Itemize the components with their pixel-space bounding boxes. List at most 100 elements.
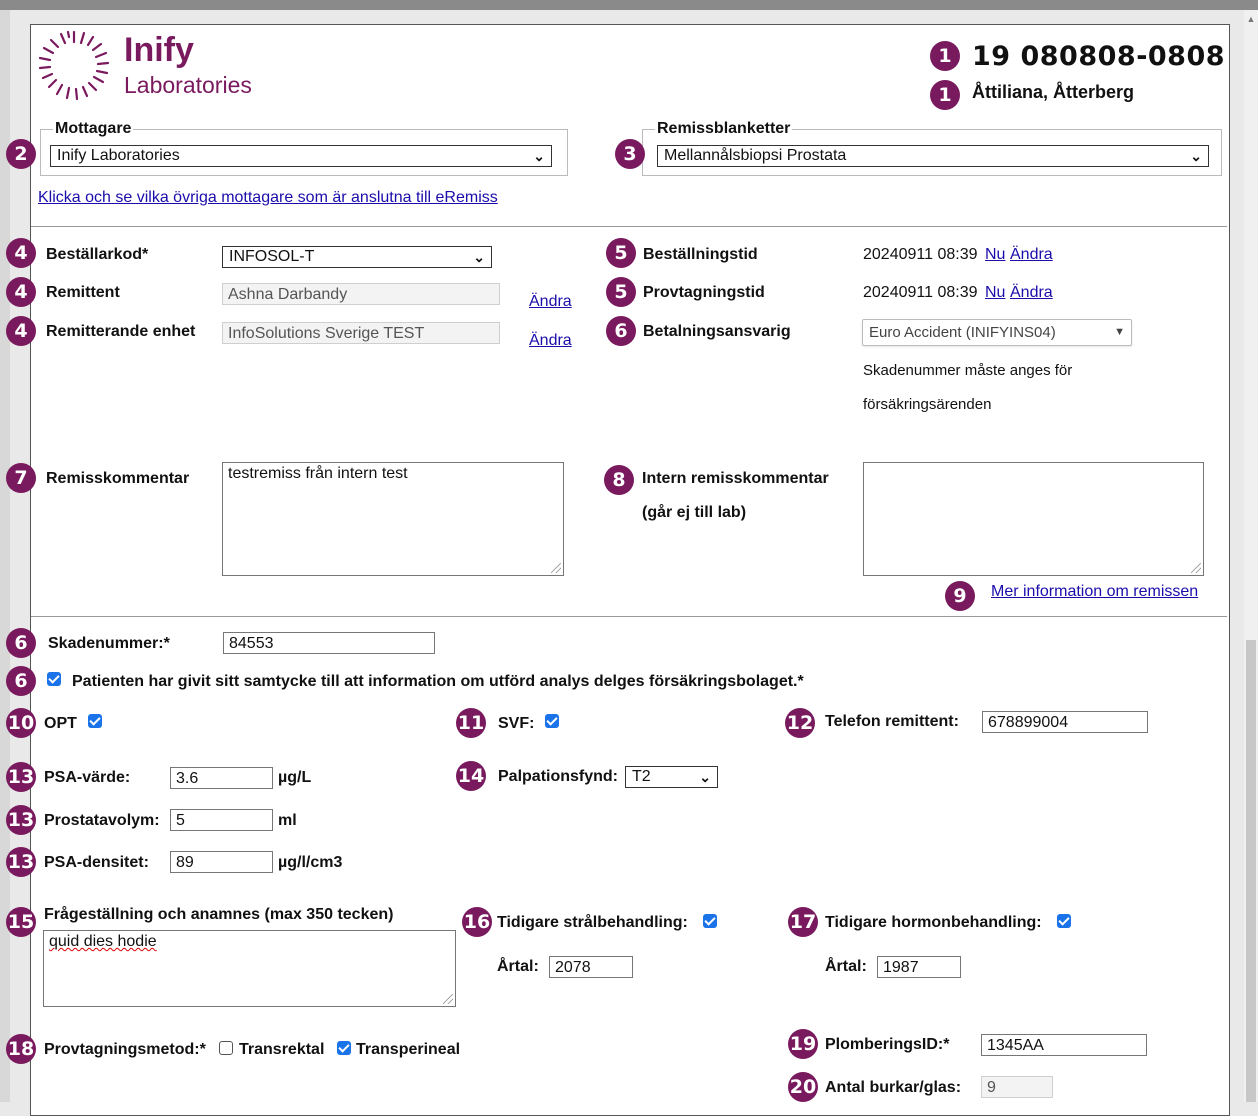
hormon-artal-input[interactable]: 1987 — [877, 956, 961, 978]
fragestallning-textarea[interactable]: quid dies hodie — [43, 930, 456, 1007]
callout-badge: 5 — [606, 277, 636, 307]
palpationsfynd-select[interactable]: T2 ⌄ — [625, 766, 718, 788]
window-top-bar — [0, 0, 1258, 10]
chevron-down-icon: ⌄ — [699, 769, 711, 785]
callout-badge: 12 — [785, 708, 815, 738]
tidigare-stralbehandling-checkbox[interactable] — [703, 914, 717, 928]
intern-remisskommentar-note: (går ej till lab) — [642, 504, 747, 521]
opt-checkbox[interactable] — [88, 714, 102, 728]
remitterande-enhet-andra-link[interactable]: Ändra — [529, 332, 572, 350]
remittent-andra-link[interactable]: Ändra — [529, 293, 572, 311]
window-left-edge — [0, 10, 10, 1102]
scrollbar-thumb[interactable] — [1246, 640, 1256, 1102]
prostatavolym-unit: ml — [278, 812, 297, 829]
callout-badge: 7 — [6, 463, 36, 493]
callout-badge: 4 — [6, 277, 36, 307]
caret-down-icon: ▼ — [1114, 326, 1125, 338]
logo-wordmark: Inify — [124, 31, 194, 69]
resize-grip-icon[interactable] — [551, 563, 561, 573]
bestallningstid-label: Beställningstid — [643, 246, 758, 263]
inify-logo-icon — [38, 30, 110, 101]
provtagningstid-nu-link[interactable]: Nu — [985, 284, 1005, 302]
provtagningstid-label: Provtagningstid — [643, 284, 765, 301]
svf-checkbox[interactable] — [545, 714, 559, 728]
psa-varde-input[interactable]: 3.6 — [170, 767, 273, 789]
transrektal-label: Transrektal — [239, 1041, 325, 1058]
tidigare-hormonbehandling-checkbox[interactable] — [1057, 914, 1071, 928]
callout-badge: 15 — [6, 907, 36, 937]
psa-densitet-unit: µg/l/cm3 — [278, 854, 343, 871]
remisskommentar-textarea[interactable]: testremiss från intern test — [222, 462, 564, 576]
remitterande-enhet-label: Remitterande enhet — [46, 323, 196, 340]
straal-artal-label: Årtal: — [497, 958, 539, 975]
antal-burkar-label: Antal burkar/glas: — [825, 1079, 962, 1096]
remissblankett-select[interactable]: Mellannålsbiopsi Prostata ⌄ — [657, 145, 1209, 167]
skade-note: försäkringsärenden — [863, 396, 992, 413]
remittent-label: Remittent — [46, 284, 120, 301]
opt-label: OPT — [44, 715, 77, 732]
plomberingsid-input[interactable]: 1345AA — [981, 1034, 1147, 1056]
callout-badge: 9 — [945, 581, 975, 611]
logo-subtitle: Laboratories — [124, 72, 252, 98]
skadenummer-input[interactable]: 84553 — [223, 632, 435, 654]
transrektal-checkbox[interactable] — [219, 1041, 233, 1055]
callout-badge: 3 — [615, 139, 645, 169]
callout-badge: 4 — [6, 238, 36, 268]
telefon-remittent-input[interactable]: 678899004 — [982, 711, 1148, 733]
remisskommentar-label: Remisskommentar — [46, 470, 190, 487]
betalningsansvarig-label: Betalningsansvarig — [643, 323, 791, 340]
callout-badge: 13 — [6, 847, 36, 877]
callout-badge: 1 — [930, 41, 960, 71]
bestallarkod-select[interactable]: INFOSOL-T ⌄ — [222, 246, 492, 268]
chevron-down-icon: ⌄ — [533, 148, 545, 164]
svf-label: SVF: — [498, 715, 535, 732]
skadenummer-label: Skadenummer:* — [48, 635, 170, 652]
other-recipients-link[interactable]: Klicka och se vilka övriga mottagare som… — [38, 189, 498, 207]
prostatavolym-input[interactable]: 5 — [170, 809, 273, 831]
remitterande-enhet-field[interactable]: InfoSolutions Sverige TEST — [222, 322, 500, 344]
skade-note: Skadenummer måste anges för — [863, 362, 1073, 379]
callout-badge: 13 — [6, 805, 36, 835]
resize-grip-icon[interactable] — [443, 994, 453, 1004]
intern-remisskommentar-label: Intern remisskommentar — [642, 470, 829, 487]
transperineal-label: Transperineal — [356, 1041, 461, 1058]
callout-badge: 20 — [788, 1072, 818, 1102]
transperineal-checkbox[interactable] — [337, 1041, 351, 1055]
remissblanketter-legend: Remissblanketter — [657, 120, 791, 137]
patient-name: Åttiliana, Åtterberg — [972, 82, 1135, 102]
provtagningsmetod-label: Provtagningsmetod:* — [44, 1041, 206, 1058]
provtagningstid-value: 20240911 08:39 — [863, 284, 978, 301]
betalningsansvarig-select[interactable]: Euro Accident (INIFYINS04) ▼ — [862, 319, 1132, 346]
provtagningstid-andra-link[interactable]: Ändra — [1010, 284, 1053, 302]
intern-remisskommentar-textarea[interactable] — [863, 462, 1204, 576]
bestallarkod-label: Beställarkod* — [46, 246, 149, 263]
fragestallning-label: Frågeställning och anamnes (max 350 teck… — [44, 906, 394, 923]
callout-badge: 5 — [606, 238, 636, 268]
callout-badge: 6 — [6, 628, 36, 658]
psa-varde-unit: µg/L — [278, 769, 312, 786]
bestallningstid-andra-link[interactable]: Ändra — [1010, 246, 1053, 264]
resize-grip-icon[interactable] — [1191, 563, 1201, 573]
callout-badge: 14 — [456, 761, 486, 791]
remittent-field[interactable]: Ashna Darbandy — [222, 283, 500, 305]
chevron-down-icon: ⌄ — [473, 249, 485, 265]
mottagare-select[interactable]: Inify Laboratories ⌄ — [50, 145, 552, 167]
samtycke-checkbox[interactable] — [47, 672, 61, 686]
hormon-artal-label: Årtal: — [825, 958, 867, 975]
mer-information-link[interactable]: Mer information om remissen — [991, 583, 1198, 601]
scroll-up-arrow-icon[interactable]: ▲ — [1246, 14, 1256, 24]
psa-densitet-input[interactable]: 89 — [170, 851, 273, 873]
plomberingsid-label: PlomberingsID:* — [825, 1036, 950, 1053]
callout-badge: 11 — [456, 708, 486, 738]
palpationsfynd-label: Palpationsfynd: — [498, 768, 619, 785]
telefon-remittent-label: Telefon remittent: — [825, 713, 959, 730]
antal-burkar-field[interactable]: 9 — [981, 1076, 1053, 1098]
straal-artal-input[interactable]: 2078 — [549, 956, 633, 978]
psa-densitet-label: PSA-densitet: — [44, 854, 149, 871]
samtycke-label: Patienten har givit sitt samtycke till a… — [72, 673, 804, 690]
tidigare-hormonbehandling-label: Tidigare hormonbehandling: — [825, 914, 1042, 931]
bestallningstid-nu-link[interactable]: Nu — [985, 246, 1005, 264]
chevron-down-icon: ⌄ — [1190, 148, 1202, 164]
callout-badge: 18 — [6, 1034, 36, 1064]
divider — [31, 616, 1227, 617]
